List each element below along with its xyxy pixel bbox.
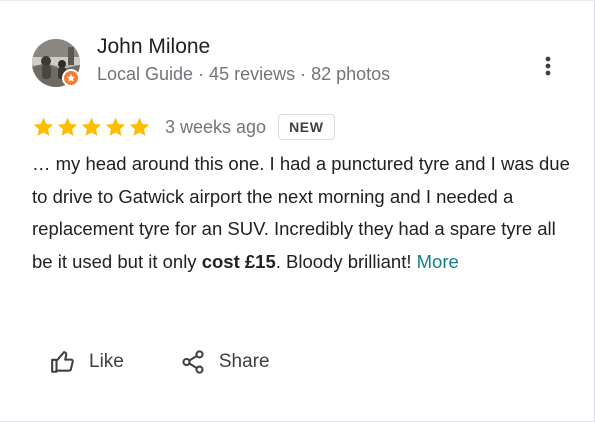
review-card: John Milone Local Guide · 45 reviews · 8…: [0, 0, 595, 422]
new-badge: NEW: [278, 114, 335, 140]
local-guide-badge: [62, 69, 80, 87]
share-button[interactable]: Share: [180, 344, 270, 380]
like-button[interactable]: Like: [50, 344, 124, 380]
thumbs-up-icon: [51, 351, 74, 373]
star-icon: [33, 117, 54, 136]
review-text-bold: cost £15: [201, 250, 276, 272]
author-name[interactable]: John Milone: [97, 35, 210, 59]
review-actions: Like Share: [50, 344, 270, 380]
share-label: Share: [218, 351, 270, 372]
star-rating: [32, 116, 151, 139]
more-vert-icon: [545, 56, 551, 76]
author-avatar[interactable]: [32, 39, 80, 87]
review-menu-button[interactable]: [533, 51, 563, 81]
review-text-end: . Bloody brilliant!: [275, 250, 417, 272]
star-icon: [81, 117, 102, 136]
share-icon: [182, 350, 204, 374]
author-meta[interactable]: Local Guide · 45 reviews · 82 photos: [97, 64, 390, 85]
star-icon: [57, 117, 78, 136]
review-text: … my head around this one. I had a punct…: [32, 148, 572, 278]
more-link[interactable]: More: [417, 251, 459, 272]
like-label: Like: [89, 351, 124, 372]
local-guide-star-icon: [66, 73, 76, 82]
star-icon: [129, 117, 150, 136]
star-icon: [105, 117, 126, 136]
review-time: 3 weeks ago: [165, 116, 267, 137]
rating-row: 3 weeks ago NEW: [32, 113, 335, 141]
